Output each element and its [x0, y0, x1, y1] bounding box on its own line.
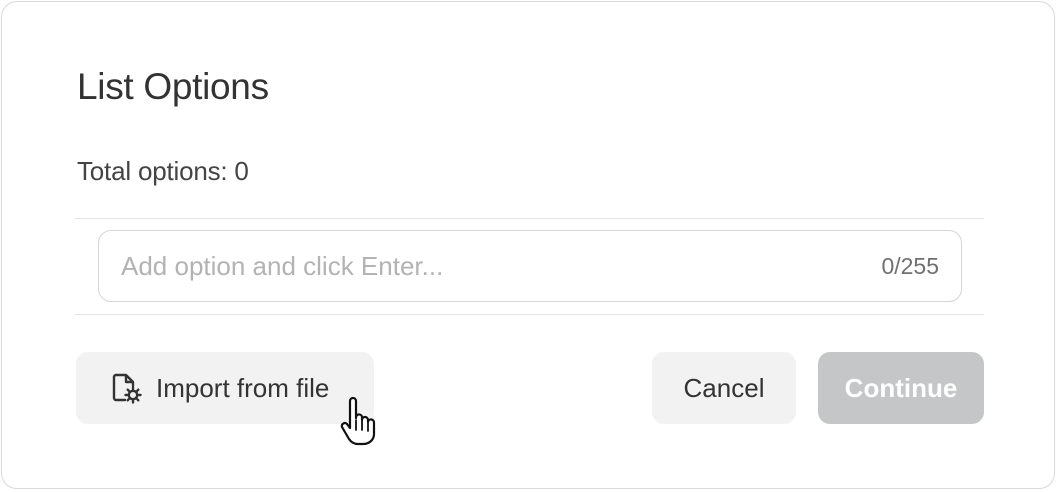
file-settings-icon — [110, 372, 142, 404]
import-from-file-button[interactable]: Import from file — [76, 352, 374, 424]
hand-pointer-cursor-icon — [340, 396, 376, 446]
total-options-count: Total options: 0 — [77, 156, 249, 186]
character-counter: 0/255 — [881, 253, 939, 279]
add-option-input[interactable] — [121, 243, 841, 289]
cancel-button[interactable]: Cancel — [652, 352, 796, 424]
divider — [75, 314, 984, 315]
cancel-label: Cancel — [683, 372, 765, 403]
list-options-dialog: List Options Total options: 0 0/255 — [1, 1, 1055, 489]
continue-label: Continue — [844, 372, 958, 403]
dialog-title: List Options — [77, 66, 269, 107]
add-option-field[interactable]: 0/255 — [98, 230, 962, 302]
import-from-file-label: Import from file — [156, 372, 330, 403]
divider — [75, 218, 984, 219]
continue-button[interactable]: Continue — [818, 352, 984, 424]
